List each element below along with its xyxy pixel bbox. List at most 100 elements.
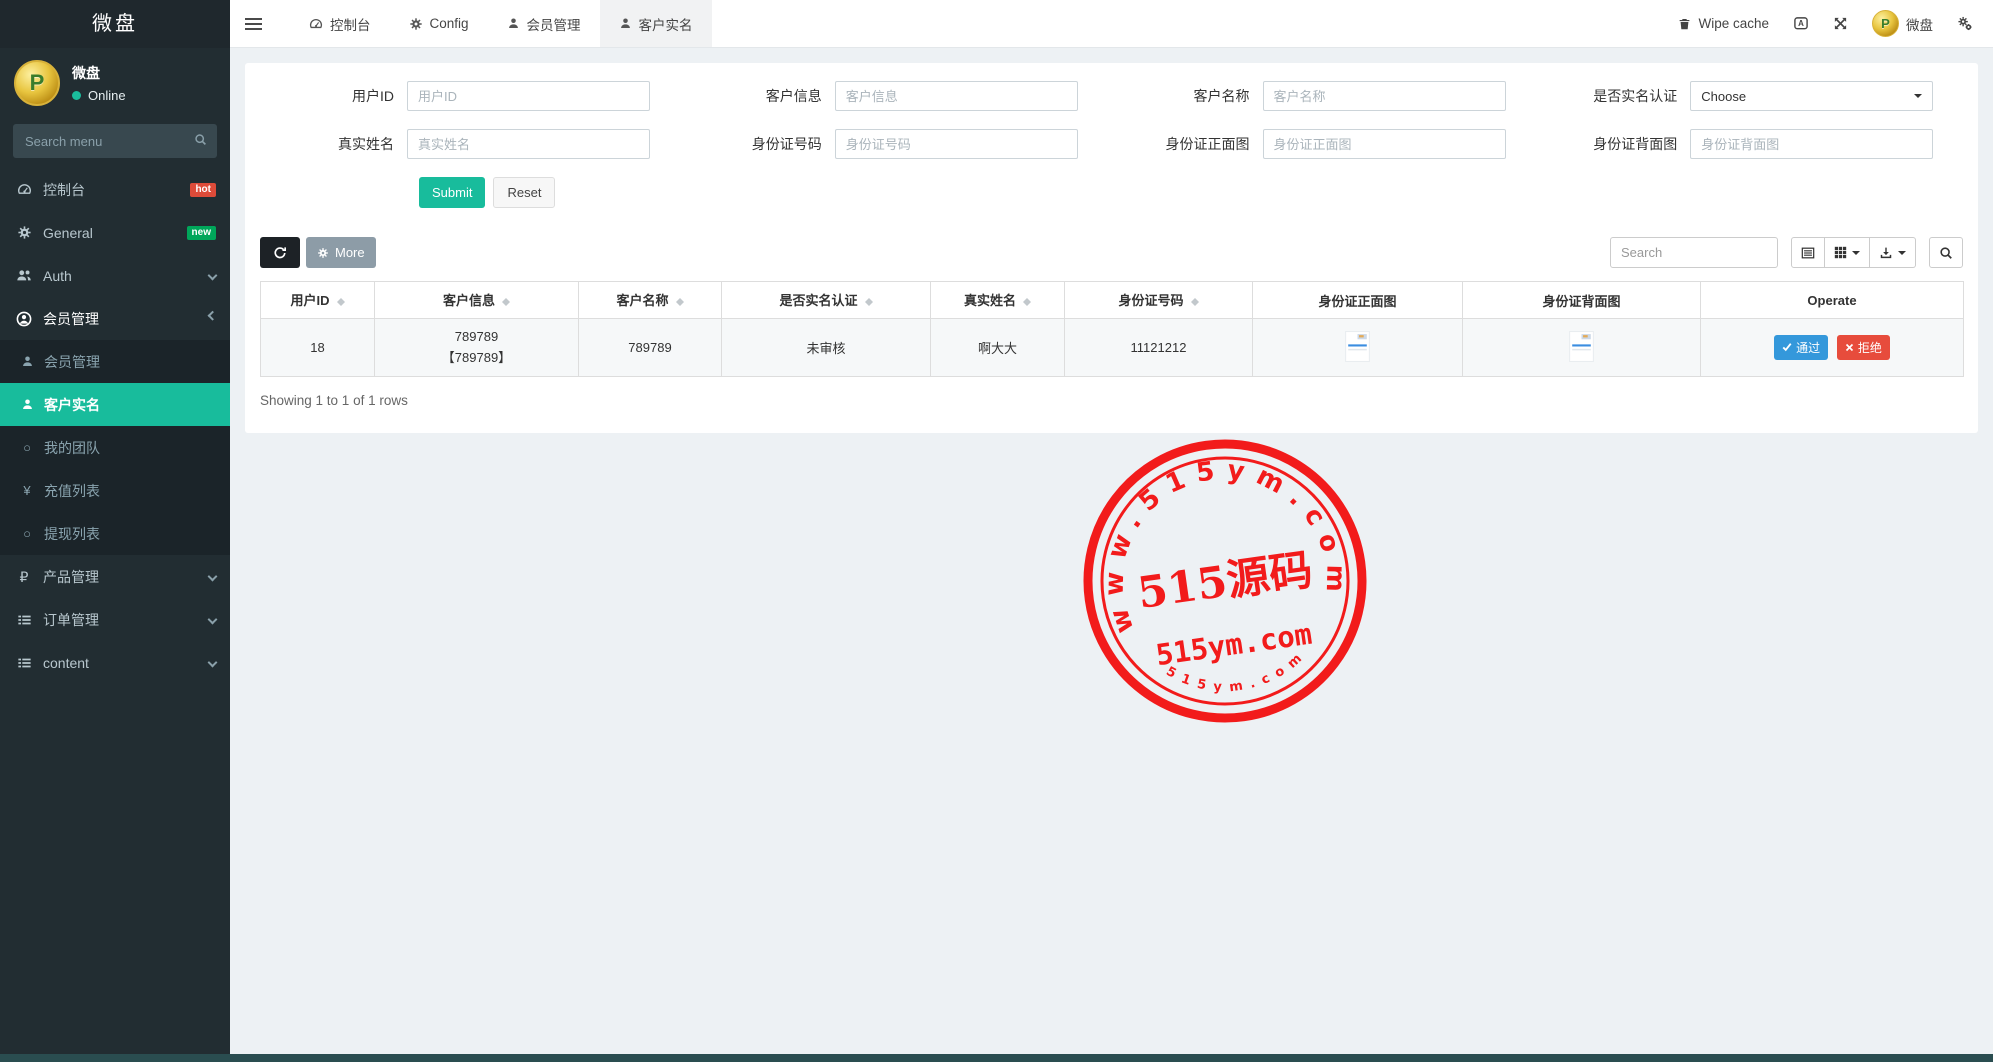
watermark-stamp: www.515ym.com 515源码 515ym.com 515ym.com xyxy=(1080,436,1370,726)
col-header-verify-status[interactable]: 是否实名认证 xyxy=(722,282,931,319)
id-front-thumbnail[interactable] xyxy=(1345,331,1370,362)
gear-icon xyxy=(317,247,329,259)
sidebar-item-label: 产品管理 xyxy=(43,567,209,587)
reject-label: 拒绝 xyxy=(1858,339,1882,356)
columns-button[interactable] xyxy=(1825,237,1870,268)
user-icon xyxy=(619,17,632,30)
stamp-center-text: 515源码 xyxy=(1135,545,1316,619)
main-content: 用户ID 客户信息 客户名称 是否实名认证 Choose xyxy=(230,48,1993,1062)
reject-button[interactable]: 拒绝 xyxy=(1837,335,1890,360)
sort-icon xyxy=(865,294,873,310)
wipe-cache-button[interactable]: Wipe cache xyxy=(1678,16,1769,31)
member-submenu: 会员管理 客户实名 ○ 我的团队 ¥ 充值列表 ○ 提现列表 xyxy=(0,340,230,555)
search-icon[interactable] xyxy=(194,133,207,146)
circle-icon: ○ xyxy=(20,441,34,454)
sort-icon xyxy=(1023,294,1031,310)
user-panel: P 微盘 Online xyxy=(0,48,230,116)
realname-verify-select[interactable]: Choose xyxy=(1690,81,1933,111)
dashboard-icon xyxy=(16,182,32,198)
sidebar-item-product-management[interactable]: ₽ 产品管理 xyxy=(0,555,230,598)
chevron-left-icon xyxy=(208,572,218,582)
user-id-field[interactable] xyxy=(407,81,650,111)
tab-config[interactable]: Config xyxy=(390,0,488,47)
sidebar-item-label: 会员管理 xyxy=(43,309,209,329)
sort-icon xyxy=(1191,294,1199,310)
submenu-item-member-management[interactable]: 会员管理 xyxy=(0,340,230,383)
refresh-button[interactable] xyxy=(260,237,300,268)
sidebar: 微盘 P 微盘 Online 控制台 hot General xyxy=(0,0,230,1062)
detail-view-icon xyxy=(1801,246,1815,260)
col-header-customer-name[interactable]: 客户名称 xyxy=(579,282,722,319)
more-button[interactable]: More xyxy=(306,237,376,268)
table-header-row: 用户ID 客户信息 客户名称 是否实名认证 真实姓名 身份证号码 身份证正面图 … xyxy=(261,282,1964,319)
real-name-field[interactable] xyxy=(407,129,650,159)
tab-label: 客户实名 xyxy=(639,14,693,34)
table-row: 18 789789 【789789】 789789 未审核 啊大大 111212… xyxy=(261,319,1964,377)
chevron-down-icon xyxy=(208,311,218,321)
filter-form: 用户ID 客户信息 客户名称 是否实名认证 Choose xyxy=(245,63,1978,208)
tab-dashboard[interactable]: 控制台 xyxy=(290,0,390,47)
bottom-strip xyxy=(0,1054,1993,1062)
search-toggle-button[interactable] xyxy=(1929,237,1963,268)
sidebar-item-order-management[interactable]: 订单管理 xyxy=(0,598,230,641)
id-back-field[interactable] xyxy=(1690,129,1933,159)
col-header-id-number[interactable]: 身份证号码 xyxy=(1065,282,1253,319)
col-header-customer-info[interactable]: 客户信息 xyxy=(375,282,579,319)
data-table: 用户ID 客户信息 客户名称 是否实名认证 真实姓名 身份证号码 身份证正面图 … xyxy=(260,281,1964,377)
refresh-icon xyxy=(273,246,287,260)
reset-button[interactable]: Reset xyxy=(493,177,555,208)
submit-button[interactable]: Submit xyxy=(419,177,485,208)
table-search-input[interactable] xyxy=(1610,237,1778,268)
language-icon: A xyxy=(1793,16,1809,31)
submenu-item-my-team[interactable]: ○ 我的团队 xyxy=(0,426,230,469)
tab-label: 会员管理 xyxy=(527,14,581,34)
user-icon xyxy=(20,398,34,411)
fullscreen-button[interactable] xyxy=(1833,16,1848,31)
chevron-left-icon xyxy=(208,658,218,668)
tab-customer-realname[interactable]: 客户实名 xyxy=(600,0,712,47)
field-label: 身份证正面图 xyxy=(1113,134,1263,154)
detail-view-button[interactable] xyxy=(1791,237,1825,268)
check-icon xyxy=(1782,342,1792,352)
circle-icon: ○ xyxy=(20,527,34,540)
language-button[interactable]: A xyxy=(1793,16,1809,31)
x-icon xyxy=(1845,343,1854,352)
submenu-item-recharge-list[interactable]: ¥ 充值列表 xyxy=(0,469,230,512)
user-name: 微盘 xyxy=(72,63,126,83)
sidebar-item-label: content xyxy=(43,655,209,671)
customer-info-field[interactable] xyxy=(835,81,1078,111)
user-circle-icon xyxy=(16,311,32,327)
settings-button[interactable] xyxy=(1957,16,1973,31)
sidebar-item-general[interactable]: General new xyxy=(0,211,230,254)
submenu-item-customer-realname[interactable]: 客户实名 xyxy=(0,383,230,426)
id-number-field[interactable] xyxy=(835,129,1078,159)
tab-member-management[interactable]: 会员管理 xyxy=(488,0,600,47)
sidebar-item-dashboard[interactable]: 控制台 hot xyxy=(0,168,230,211)
sidebar-search-input[interactable] xyxy=(13,124,217,158)
col-header-real-name[interactable]: 真实姓名 xyxy=(931,282,1065,319)
sidebar-toggle-icon[interactable] xyxy=(230,0,276,47)
grid-icon xyxy=(1834,246,1847,259)
id-front-field[interactable] xyxy=(1263,129,1506,159)
field-label: 客户名称 xyxy=(1113,86,1263,106)
new-badge: new xyxy=(187,226,216,240)
id-back-thumbnail[interactable] xyxy=(1569,331,1594,362)
col-header-user-id[interactable]: 用户ID xyxy=(261,282,375,319)
cell-user-id: 18 xyxy=(261,319,375,377)
sidebar-item-auth[interactable]: Auth xyxy=(0,254,230,297)
user-menu[interactable]: P 微盘 xyxy=(1872,10,1933,37)
submenu-item-withdraw-list[interactable]: ○ 提现列表 xyxy=(0,512,230,555)
export-button[interactable] xyxy=(1870,237,1916,268)
col-header-operate: Operate xyxy=(1701,282,1964,319)
sidebar-item-content[interactable]: content xyxy=(0,641,230,684)
sidebar-item-member-management[interactable]: 会员管理 xyxy=(0,297,230,340)
approve-button[interactable]: 通过 xyxy=(1774,335,1828,360)
submenu-item-label: 客户实名 xyxy=(44,395,100,415)
user-icon xyxy=(20,355,34,368)
content-panel: 用户ID 客户信息 客户名称 是否实名认证 Choose xyxy=(245,63,1978,433)
svg-text:www.515ym.com: www.515ym.com xyxy=(1083,439,1356,637)
submenu-item-label: 充值列表 xyxy=(44,481,100,501)
customer-name-field[interactable] xyxy=(1263,81,1506,111)
field-label: 是否实名认证 xyxy=(1540,86,1690,106)
export-icon xyxy=(1879,246,1893,260)
